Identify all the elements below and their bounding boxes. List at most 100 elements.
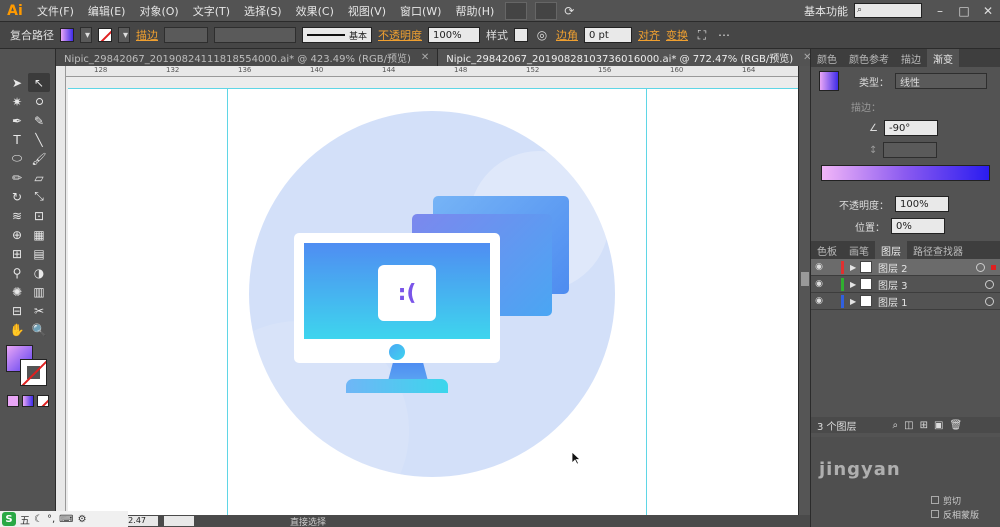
stroke-weight-dropdown[interactable] [164,27,208,43]
locate-object-icon[interactable]: ⌕ [893,420,899,431]
recolor-artwork-icon[interactable]: ◎ [534,27,550,43]
horizontal-ruler[interactable]: 128 132 136 140 144 148 152 156 160 164 [66,66,798,77]
tab-stroke[interactable]: 描边 [895,49,927,67]
sad-face-icon[interactable]: :( [378,265,436,321]
symbol-sprayer-tool-icon[interactable]: ✺ [6,282,28,301]
document-tab-1[interactable]: Nipic_29842067_20190824111818554000.ai* … [56,49,439,66]
menu-edit[interactable]: 编辑(E) [81,3,133,19]
artboard-tool-icon[interactable]: ⊟ [6,301,28,320]
menu-window[interactable]: 窗口(W) [393,3,448,19]
gradient-mode-button[interactable] [22,395,34,407]
layer-name[interactable]: 图层 2 [878,260,976,275]
align-link[interactable]: 对齐 [638,27,660,43]
layer-row[interactable]: ◉ ▶ 图层 1 [811,293,1000,310]
ime-mode-label[interactable]: 五 [20,512,30,527]
expand-arrow-icon[interactable]: ▶ [850,297,860,306]
menu-object[interactable]: 对象(O) [132,3,185,19]
stroke-link[interactable]: 描边 [136,27,158,43]
variable-width-dropdown[interactable] [214,27,296,43]
power-button-shape[interactable] [389,344,405,360]
fill-dropdown[interactable]: ▾ [80,27,92,43]
visibility-eye-icon[interactable]: ◉ [811,279,827,289]
scrollbar-thumb[interactable] [801,272,809,286]
artboard-canvas[interactable]: :( [56,66,798,515]
make-clipping-mask-icon[interactable]: ◫ [904,420,913,431]
keyboard-icon[interactable]: ⌨ [59,514,73,525]
ime-logo-icon[interactable]: S [2,512,16,526]
graphic-style-swatch[interactable] [514,28,528,42]
new-sublayer-icon[interactable]: ⊞ [920,420,928,431]
tab-swatches[interactable]: 色板 [811,241,843,259]
minimize-button[interactable]: – [928,2,952,20]
gradient-tool-icon[interactable]: ▤ [28,244,50,263]
stroke-swatch[interactable] [98,28,112,42]
help-search-input[interactable]: ⌕ [854,3,922,18]
tab-color[interactable]: 颜色 [811,49,843,67]
direct-selection-tool-icon[interactable]: ↖ [28,73,50,92]
aspect-ratio-field[interactable] [883,142,938,158]
settings-icon[interactable]: ⚙ [78,514,87,525]
paintbrush-tool-icon[interactable]: 🖌 [28,149,50,168]
hand-tool-icon[interactable]: ✋ [6,320,28,339]
color-mode-button[interactable] [7,395,19,407]
close-button[interactable]: ✕ [976,2,1000,20]
gradient-opacity-field[interactable]: 100% [895,196,949,212]
magic-wand-tool-icon[interactable]: ✷ [6,92,28,111]
close-tab-icon[interactable]: ✕ [421,52,429,63]
rotate-tool-icon[interactable]: ↻ [6,187,28,206]
slice-tool-icon[interactable]: ✂ [28,301,50,320]
menu-file[interactable]: 文件(F) [30,3,81,19]
none-mode-button[interactable] [37,395,49,407]
gradient-slider[interactable] [821,165,990,181]
stroke-dropdown[interactable]: ▾ [118,27,130,43]
stroke-color-box[interactable] [20,359,47,386]
line-tool-icon[interactable]: ╲ [28,130,50,149]
tab-pathfinder[interactable]: 路径查找器 [907,241,969,259]
fill-swatch[interactable] [60,28,74,42]
gradient-angle-field[interactable]: -90° [883,120,938,136]
arrange-documents-icon[interactable] [535,1,558,20]
isolate-icon[interactable]: ⛶ [694,27,710,43]
pen-tool-icon[interactable]: ✒ [6,111,28,130]
layer-row[interactable]: ◉ ▶ 图层 3 [811,276,1000,293]
menu-effect[interactable]: 效果(C) [289,3,341,19]
column-graph-tool-icon[interactable]: ▥ [28,282,50,301]
corner-radius-field[interactable]: 0 pt [584,27,632,43]
blend-tool-icon[interactable]: ◑ [28,263,50,282]
visibility-eye-icon[interactable]: ◉ [811,296,827,306]
menu-view[interactable]: 视图(V) [341,3,393,19]
clip-checkbox[interactable] [931,496,939,504]
layer-name[interactable]: 图层 3 [878,277,985,292]
target-circle-icon[interactable] [985,296,994,306]
panel-menu-icon[interactable]: ⋯ [716,27,732,43]
monitor-shape[interactable]: :( [294,233,500,363]
delete-layer-icon[interactable]: 🗑 [949,420,962,431]
tab-brushes[interactable]: 画笔 [843,241,875,259]
tab-color-guide[interactable]: 颜色参考 [843,49,895,67]
warp-tool-icon[interactable]: ≋ [6,206,28,225]
vertical-ruler[interactable] [56,66,66,515]
expand-arrow-icon[interactable]: ▶ [850,280,860,289]
layer-row[interactable]: ◉ ▶ 图层 2 [811,259,1000,276]
transform-link[interactable]: 变换 [666,27,688,43]
monitor-stand-base[interactable] [346,379,448,393]
selection-tool-icon[interactable]: ➤ [6,73,28,92]
gradient-type-dropdown[interactable]: 线性 [895,73,987,89]
curvature-tool-icon[interactable]: ✎ [28,111,50,130]
monitor-screen[interactable]: :( [304,243,490,339]
ellipse-tool-icon[interactable]: ⬭ [6,149,28,168]
moon-icon[interactable]: ☾ [34,514,43,525]
expand-arrow-icon[interactable]: ▶ [850,263,860,272]
corner-link[interactable]: 边角 [556,27,578,43]
free-transform-tool-icon[interactable]: ⊡ [28,206,50,225]
type-tool-icon[interactable]: T [6,130,28,149]
mesh-tool-icon[interactable]: ⊞ [6,244,28,263]
layer-name[interactable]: 图层 1 [878,294,985,309]
menu-select[interactable]: 选择(S) [237,3,289,19]
tab-gradient[interactable]: 渐变 [927,49,959,67]
vertical-scrollbar[interactable] [798,66,810,515]
bridge-icon[interactable] [505,1,528,20]
invert-mask-checkbox[interactable] [931,510,939,518]
menu-help[interactable]: 帮助(H) [448,3,501,19]
perspective-grid-tool-icon[interactable]: ▦ [28,225,50,244]
